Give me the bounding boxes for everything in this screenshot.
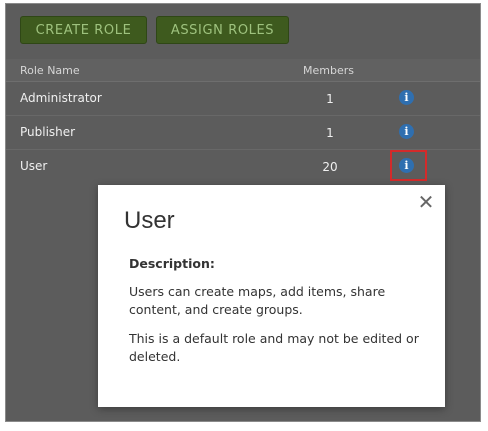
- table-row: Publisher 1 i: [6, 116, 480, 150]
- role-name: Administrator: [20, 91, 102, 105]
- description-label: Description:: [129, 256, 215, 271]
- info-icon[interactable]: i: [399, 124, 414, 139]
- info-icon-highlight: [390, 150, 427, 181]
- table-row: Administrator 1 i: [6, 82, 480, 116]
- default-role-note: This is a default role and may not be ed…: [129, 331, 419, 364]
- description-text: Users can create maps, add items, share …: [129, 284, 386, 317]
- create-role-button[interactable]: CREATE ROLE: [20, 16, 147, 44]
- role-info-dialog: User ✕ Description: Users can create map…: [98, 185, 445, 407]
- role-name: User: [20, 159, 48, 173]
- column-header-role-name[interactable]: Role Name: [20, 64, 80, 77]
- dialog-title: User: [124, 207, 175, 234]
- close-icon[interactable]: ✕: [417, 192, 435, 212]
- members-count: 20: [322, 160, 338, 174]
- column-header-members[interactable]: Members: [303, 64, 354, 77]
- assign-roles-button[interactable]: ASSIGN ROLES: [156, 16, 289, 44]
- members-count: 1: [326, 126, 334, 140]
- table-header: Role Name Members: [6, 59, 480, 82]
- members-count: 1: [326, 92, 334, 106]
- role-name: Publisher: [20, 125, 76, 139]
- info-icon[interactable]: i: [399, 90, 414, 105]
